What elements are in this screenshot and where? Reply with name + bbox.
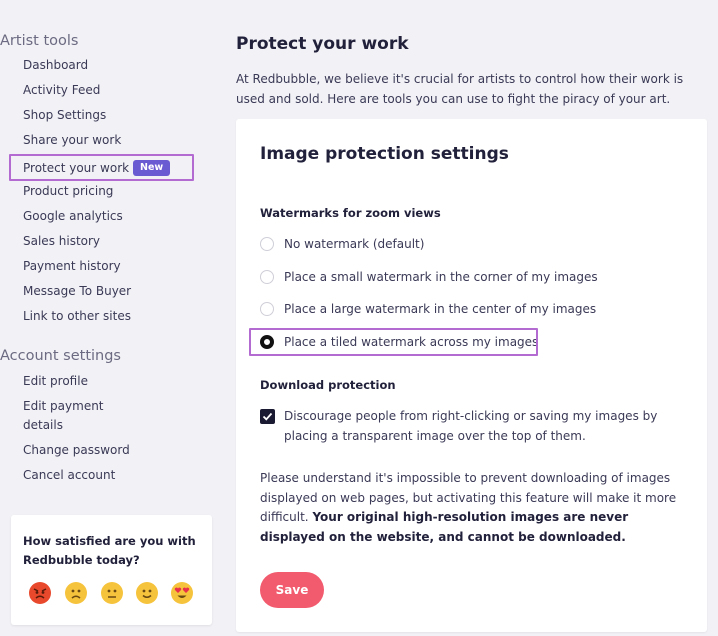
radio-button[interactable] bbox=[260, 302, 274, 316]
sidebar-item-link-to-other-sites[interactable]: Link to other sites bbox=[23, 307, 131, 326]
sidebar-item-sales-history[interactable]: Sales history bbox=[23, 232, 100, 251]
download-note: Please understand it's impossible to pre… bbox=[260, 469, 685, 547]
frowning-face-icon[interactable] bbox=[65, 582, 87, 604]
radio-label: Place a large watermark in the center of… bbox=[284, 302, 597, 316]
checkmark-icon bbox=[262, 412, 273, 421]
radio-label: Place a small watermark in the corner of… bbox=[284, 270, 598, 284]
radio-label: No watermark (default) bbox=[284, 237, 425, 251]
sidebar-item-label: Protect your work bbox=[23, 161, 130, 175]
download-protection-heading: Download protection bbox=[260, 378, 396, 392]
radio-button[interactable] bbox=[260, 237, 274, 251]
sidebar-item-cancel-account[interactable]: Cancel account bbox=[23, 466, 115, 485]
slightly-smiling-face-icon[interactable] bbox=[136, 582, 158, 604]
sidebar-item-dashboard[interactable]: Dashboard bbox=[23, 56, 88, 75]
sidebar-item-edit-payment-details[interactable]: Edit payment details bbox=[23, 397, 123, 435]
heart-eyes-face-icon[interactable] bbox=[171, 582, 193, 604]
sidebar-item-message-to-buyer[interactable]: Message To Buyer bbox=[23, 282, 131, 301]
sidebar-item-payment-history[interactable]: Payment history bbox=[23, 257, 121, 276]
sidebar: Artist tools Dashboard Activity Feed Sho… bbox=[0, 0, 215, 636]
card-title: Image protection settings bbox=[260, 144, 509, 164]
download-protection-label: Discourage people from right-clicking or… bbox=[284, 409, 658, 443]
satisfaction-survey: How satisfied are you with Redbubble tod… bbox=[11, 515, 212, 625]
sidebar-item-share-your-work[interactable]: Share your work bbox=[23, 131, 121, 150]
sidebar-item-product-pricing[interactable]: Product pricing bbox=[23, 182, 113, 201]
account-settings-heading: Account settings bbox=[0, 348, 121, 364]
very-angry-face-icon[interactable] bbox=[29, 582, 51, 604]
sidebar-item-protect-your-work[interactable]: Protect your work New bbox=[9, 154, 194, 181]
note-bold-text: Your original high-resolution images are… bbox=[260, 510, 629, 544]
new-badge: New bbox=[133, 160, 171, 176]
watermark-heading: Watermarks for zoom views bbox=[260, 206, 441, 220]
sidebar-item-activity-feed[interactable]: Activity Feed bbox=[23, 81, 100, 100]
download-protection-checkbox[interactable] bbox=[260, 409, 275, 424]
save-button[interactable]: Save bbox=[260, 572, 324, 608]
neutral-face-icon[interactable] bbox=[101, 582, 123, 604]
sidebar-item-change-password[interactable]: Change password bbox=[23, 441, 130, 460]
sidebar-item-edit-profile[interactable]: Edit profile bbox=[23, 372, 88, 391]
intro-text: At Redbubble, we believe it's crucial fo… bbox=[236, 72, 684, 106]
survey-question: How satisfied are you with Redbubble tod… bbox=[23, 534, 196, 567]
sidebar-item-google-analytics[interactable]: Google analytics bbox=[23, 207, 123, 226]
artist-tools-heading: Artist tools bbox=[0, 33, 79, 49]
radio-button[interactable] bbox=[260, 270, 274, 284]
sidebar-item-shop-settings[interactable]: Shop Settings bbox=[23, 106, 106, 125]
page-title: Protect your work bbox=[236, 34, 409, 54]
selected-option-highlight bbox=[249, 328, 538, 356]
image-protection-card: Image protection settings Watermarks for… bbox=[236, 119, 707, 632]
